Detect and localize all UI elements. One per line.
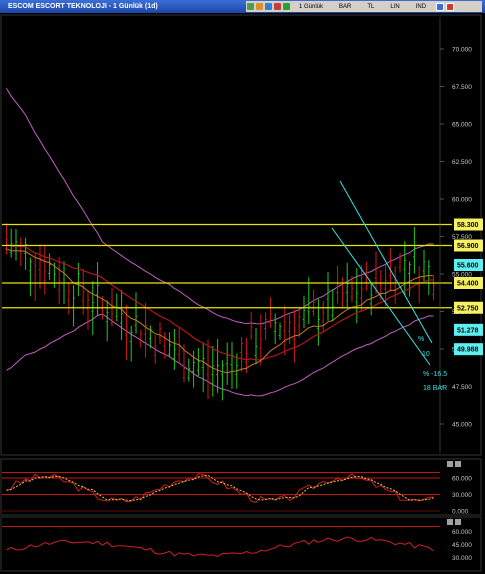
indicator-select[interactable]: IND [416,4,426,10]
price-level-label: 54.400 [457,281,479,288]
lower-axis-label: 45.000 [452,542,472,549]
price-level-label: 56.900 [457,243,479,250]
chart-toolbar: 1 Günlük BAR TL LIN IND [246,1,482,12]
lower-axis-label: 60.000 [452,529,472,536]
rsi-axis-label: 0.000 [452,509,469,516]
window-title: ESCOM ESCORT TEKNOLOJI - 1 Günlük (1d) [8,3,158,10]
line-select[interactable]: LIN [390,4,399,10]
bars-count-label: 18 BAR [423,385,447,392]
rsi-panel-close[interactable] [455,461,461,467]
bollinger-upper [5,88,434,325]
lower-indicator-line [6,536,434,558]
lower-panel-close[interactable] [455,519,461,525]
rsi-axis-label: 60.000 [452,476,472,483]
rsi-axis-label: 30.000 [452,492,472,499]
price-level-label: 49.988 [457,347,479,354]
price-level-label: 55.600 [457,263,479,270]
moving-average-orange [6,248,434,374]
moving-average-red [6,243,434,361]
axis-label: 62.500 [452,159,472,166]
bollinger-lower [6,313,434,397]
rsi-panel-frame [0,458,482,516]
axis-label: 67.500 [452,84,472,91]
axis-label: 45.000 [452,422,472,429]
chart-area: 70.00067.50065.00062.50060.00057.50055.0… [0,14,483,572]
chart-icon[interactable] [247,3,254,10]
lower-axis-label: 30.000 [452,555,472,562]
price-level-label: 51.278 [457,327,479,334]
settings-icon[interactable] [274,3,281,10]
trend-icon[interactable] [283,3,290,10]
scale-select[interactable]: TL [367,4,374,10]
ten-label: 10 [422,351,430,358]
pct-change-label: % -16.5 [423,371,447,378]
main-panel-frame [0,14,482,456]
rsi-panel-button[interactable] [447,461,453,467]
close-icon[interactable] [446,2,455,11]
period-select[interactable]: 1 Günlük [299,4,323,10]
rsi-signal-line [6,474,434,502]
lower-panel-frame [0,516,482,572]
axis-label: 47.500 [452,384,472,391]
zoom-icon[interactable] [265,3,272,10]
axis-label: 65.000 [452,122,472,129]
axis-label: 60.000 [452,197,472,204]
lower-panel-button[interactable] [447,519,453,525]
axis-label: 70.000 [452,47,472,54]
pct-label: % [418,336,424,343]
channel-line-upper [339,180,433,344]
chart-type-select[interactable]: BAR [339,4,351,10]
minimize-icon[interactable] [436,2,445,11]
price-level-label: 52.750 [457,305,479,312]
price-level-label: 58.300 [457,222,479,229]
draw-icon[interactable] [256,3,263,10]
